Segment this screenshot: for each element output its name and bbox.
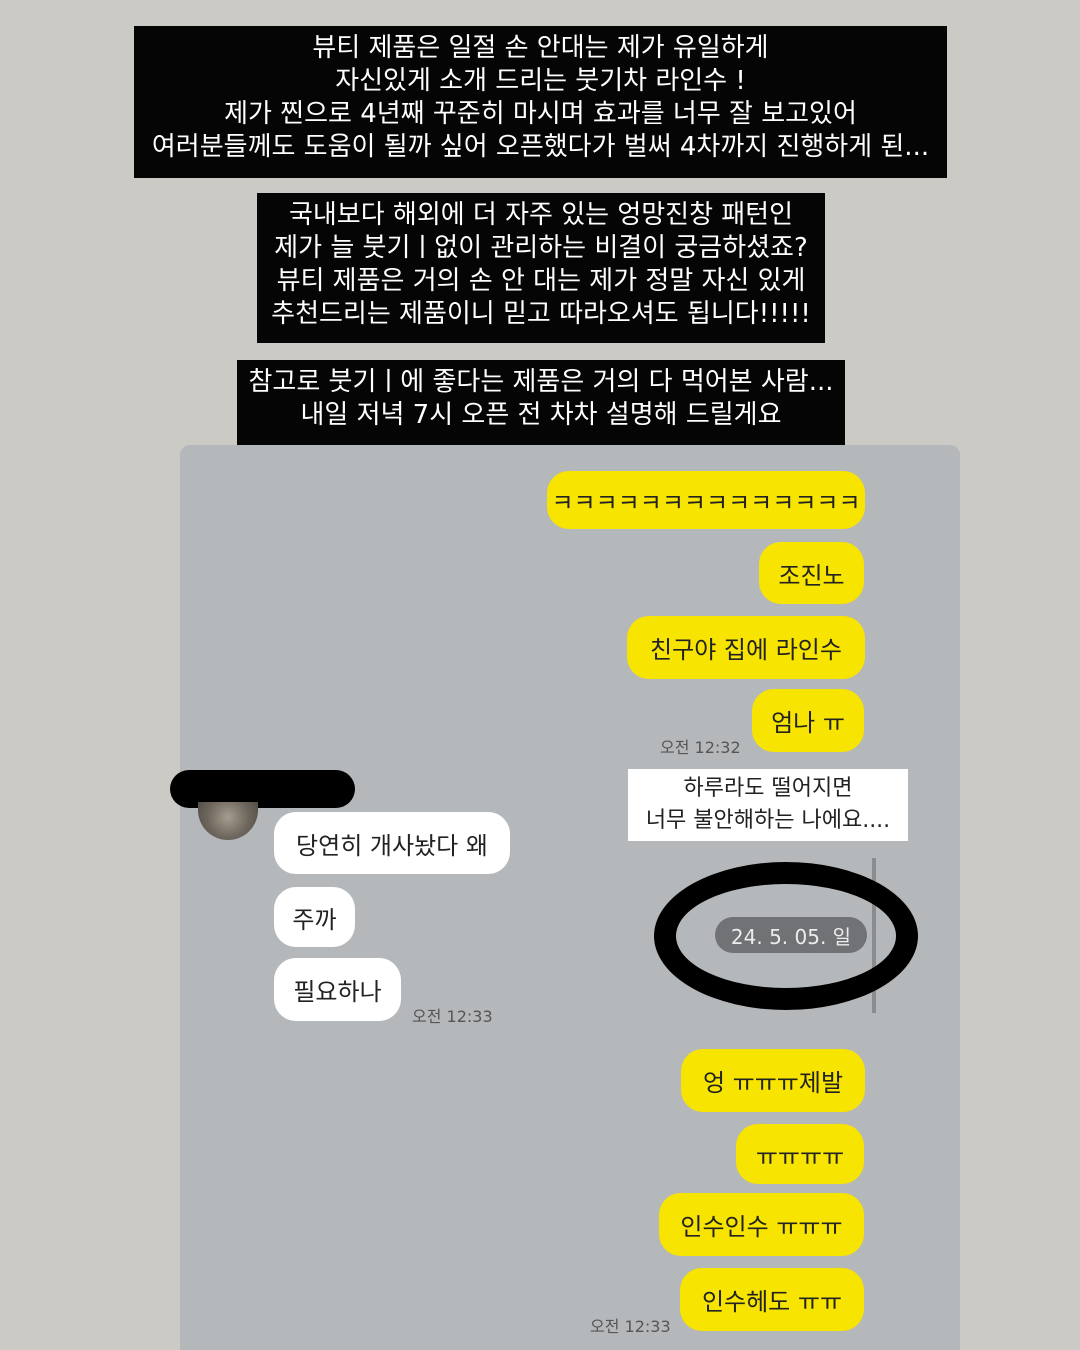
my-message-bubble: 인수헤도 ㅠㅠ <box>680 1268 864 1331</box>
friend-message-bubble: 주까 <box>274 887 355 947</box>
my-message-bubble: ㅠㅠㅠㅠ <box>736 1124 864 1184</box>
marker-circle-annotation <box>654 862 918 1010</box>
message-timestamp: 오전 12:33 <box>590 1317 671 1336</box>
my-message-bubble: 친구야 집에 라인수 <box>627 616 865 679</box>
my-message-bubble: ㅋㅋㅋㅋㅋㅋㅋㅋㅋㅋㅋㅋㅋㅋ <box>547 471 865 529</box>
caption-open-notice: 참고로 붓기ㅣ에 좋다는 제품은 거의 다 먹어본 사람... 내일 저녁 7시… <box>237 360 845 445</box>
friend-message-bubble: 필요하나 <box>274 958 401 1021</box>
my-message-bubble: 인수인수 ㅠㅠㅠ <box>659 1193 864 1256</box>
my-message-bubble: 조진노 <box>759 542 864 604</box>
friend-message-bubble: 당연히 개사놨다 왜 <box>274 812 510 874</box>
my-message-bubble: 엄나 ㅠ <box>752 689 864 752</box>
sticker-caption: 하루라도 떨어지면 너무 불안해하는 나에요.... <box>628 769 908 841</box>
message-timestamp: 오전 12:32 <box>660 738 741 757</box>
caption-secret: 국내보다 해외에 더 자주 있는 엉망진창 패턴인 제가 늘 붓기ㅣ없이 관리하… <box>257 193 825 343</box>
caption-intro: 뷰티 제품은 일절 손 안대는 제가 유일하게 자신있게 소개 드리는 붓기차 … <box>134 26 947 178</box>
my-message-bubble: 엉 ㅠㅠㅠ제발 <box>681 1049 865 1112</box>
message-timestamp: 오전 12:33 <box>412 1007 493 1026</box>
